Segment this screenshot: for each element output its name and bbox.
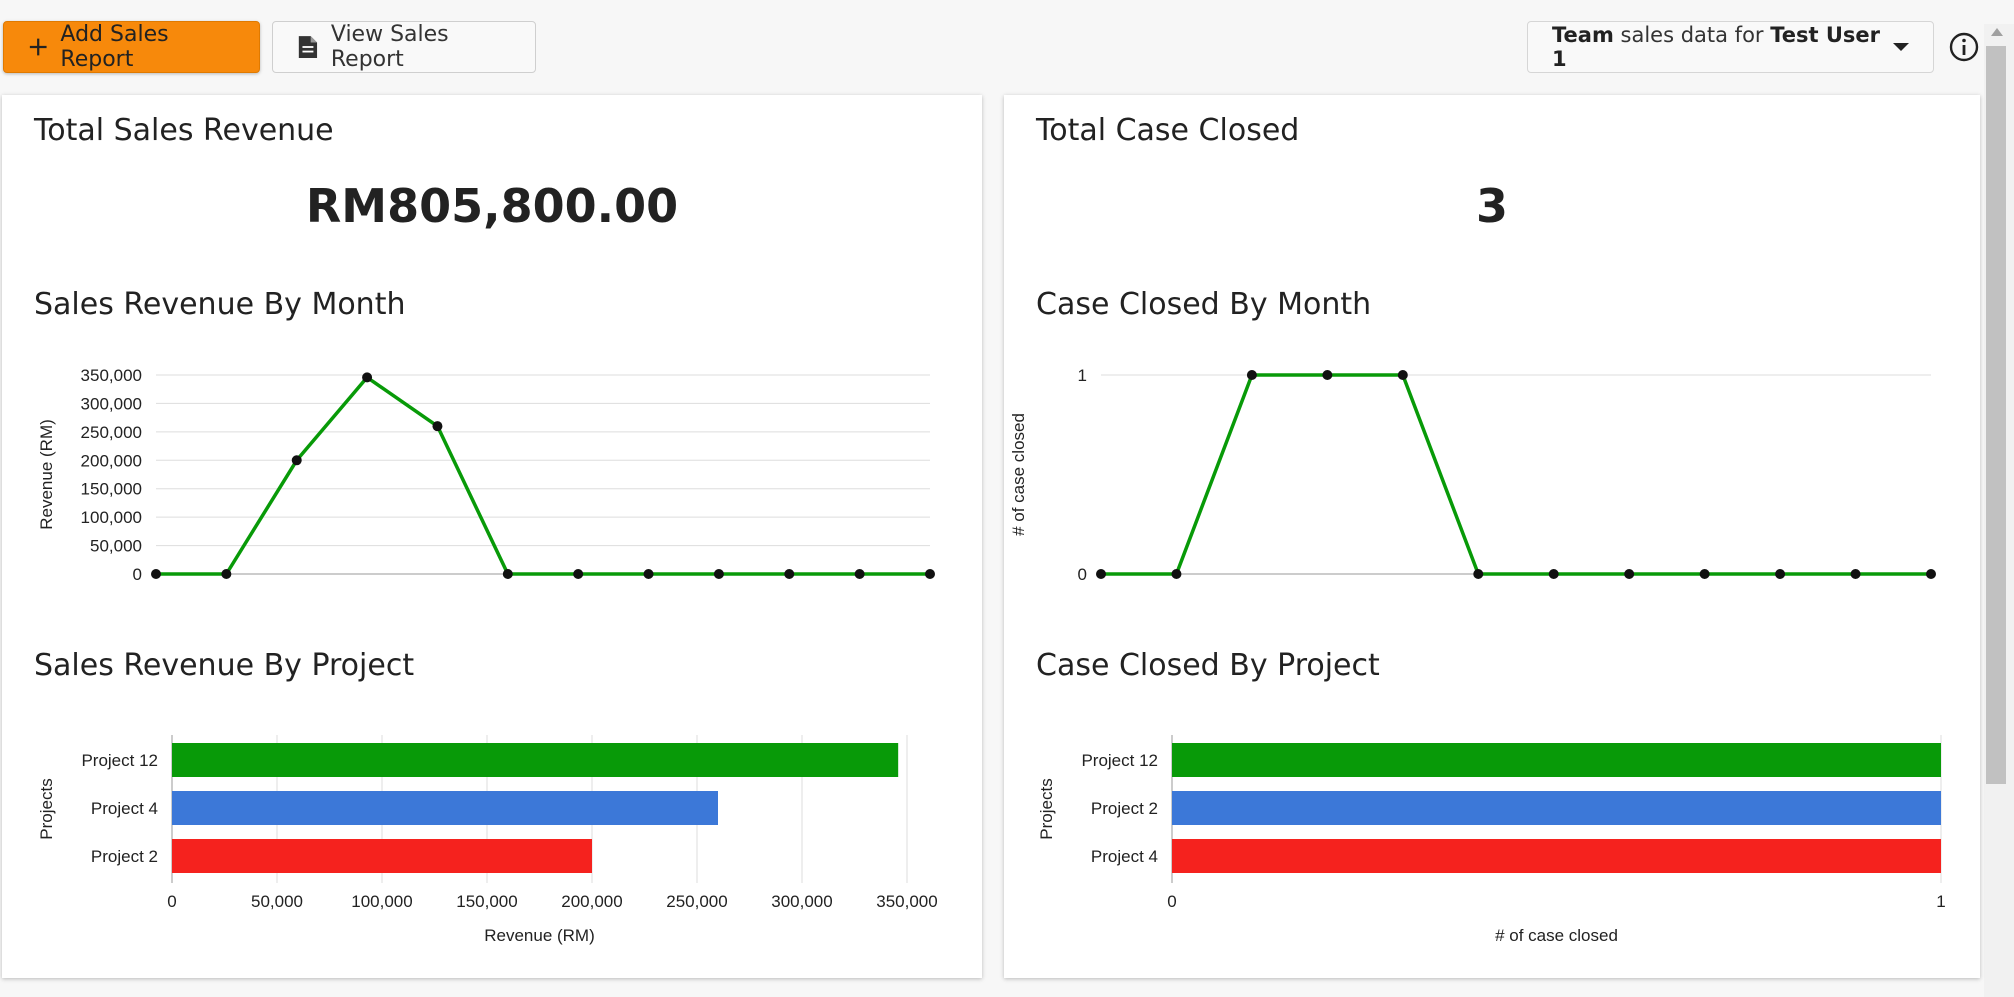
scroll-up-icon[interactable] xyxy=(1991,28,2003,36)
category-label: Project 12 xyxy=(1081,751,1158,770)
bar xyxy=(172,743,899,777)
team-user-select[interactable]: Team sales data for Test User 1 xyxy=(1527,21,1934,73)
bar xyxy=(1172,743,1941,777)
data-point xyxy=(1322,370,1333,380)
total-case-closed-value: 3 xyxy=(1475,179,1508,233)
category-label: Project 12 xyxy=(81,751,158,770)
team-select-middle: sales data for xyxy=(1613,23,1771,47)
bar xyxy=(1172,791,1941,825)
x-tick-label: 250,000 xyxy=(666,892,727,911)
x-tick-label: 200,000 xyxy=(561,892,622,911)
series-line xyxy=(156,375,930,576)
view-sales-report-label: View Sales Report xyxy=(330,22,449,72)
y-tick-label: 1 xyxy=(1078,366,1087,385)
x-tick-label: 150,000 xyxy=(456,892,517,911)
view-sales-report-button[interactable]: View Sales Report xyxy=(272,21,536,73)
y-tick-label: 0 xyxy=(1078,565,1087,584)
data-point xyxy=(925,569,935,579)
data-point xyxy=(1850,569,1861,579)
sales-by-project-title: Sales Revenue By Project xyxy=(34,648,415,683)
case-closed-card: Total Case Closed 3 Case Closed By Month… xyxy=(1004,95,1980,978)
data-point xyxy=(151,569,161,579)
add-sales-report-button[interactable]: Add Sales Report xyxy=(3,21,260,73)
scrollbar-thumb[interactable] xyxy=(1986,46,2006,784)
x-tick-label: 0 xyxy=(167,892,176,911)
page-scrollbar[interactable] xyxy=(1984,24,2014,997)
y-tick-label: 150,000 xyxy=(81,480,142,499)
add-sales-report-label: Add Sales Report xyxy=(60,22,169,72)
data-point xyxy=(1397,370,1408,380)
category-label: Project 4 xyxy=(91,799,158,818)
sales-revenue-card: Total Sales Revenue RM805,800.00 Sales R… xyxy=(2,95,982,978)
bar xyxy=(1172,839,1941,873)
sales-by-project-chart: 0 50,000 100,000 150,000 200,000 250,000 300,0… xyxy=(37,735,938,945)
series-line xyxy=(1101,373,1931,576)
y-tick-label: 100,000 xyxy=(81,508,142,527)
x-axis-label: # of case closed xyxy=(1495,926,1618,945)
data-point xyxy=(854,569,865,579)
data-point xyxy=(643,569,654,579)
bar xyxy=(172,839,592,873)
case-by-project-chart: 0 1 Project 12 Project 2 Project 4 Projects # … xyxy=(1037,735,1946,945)
info-icon[interactable] xyxy=(1948,31,1980,63)
data-point xyxy=(784,569,795,579)
x-tick-label: 1 xyxy=(1936,892,1945,911)
data-point xyxy=(1171,569,1182,579)
data-point xyxy=(1246,370,1257,380)
data-point xyxy=(291,455,302,466)
data-point xyxy=(573,569,584,579)
total-sales-revenue-value: RM805,800.00 xyxy=(305,179,679,233)
data-point xyxy=(1775,569,1786,579)
bar xyxy=(172,791,718,825)
y-tick-label: 0 xyxy=(133,565,142,584)
category-label: Project 2 xyxy=(91,847,158,866)
y-axis-label: Revenue (RM) xyxy=(37,419,56,530)
total-sales-revenue-title: Total Sales Revenue xyxy=(34,113,334,148)
category-label: Project 2 xyxy=(1091,799,1158,818)
y-tick-label: 300,000 xyxy=(81,394,142,413)
data-point xyxy=(1096,569,1106,579)
case-by-project-title: Case Closed By Project xyxy=(1036,648,1380,683)
data-point xyxy=(713,569,724,579)
data-point xyxy=(432,421,443,432)
data-point xyxy=(1624,569,1635,579)
sales-by-month-title: Sales Revenue By Month xyxy=(34,287,406,322)
y-axis-label: # of case closed xyxy=(1009,413,1028,536)
x-axis-label: Revenue (RM) xyxy=(484,926,595,945)
x-tick-label: 300,000 xyxy=(771,892,832,911)
document-icon xyxy=(298,36,318,58)
data-point xyxy=(1473,569,1484,579)
team-select-prefix: Team xyxy=(1552,23,1614,47)
case-by-month-chart: 10JanFebMarAprMayJunJulAugSepOctNovDec# … xyxy=(1009,366,1936,584)
data-point xyxy=(1548,569,1559,579)
category-label: Project 4 xyxy=(1091,847,1158,866)
y-tick-label: 50,000 xyxy=(90,537,142,556)
y-axis-label: Projects xyxy=(1037,778,1056,839)
total-case-closed-title: Total Case Closed xyxy=(1036,113,1300,148)
data-point xyxy=(1926,569,1936,579)
x-tick-label: 0 xyxy=(1167,892,1176,911)
y-axis-label: Projects xyxy=(37,778,56,839)
y-tick-label: 250,000 xyxy=(81,423,142,442)
y-tick-label: 350,000 xyxy=(81,366,142,385)
data-point xyxy=(362,372,373,383)
data-point xyxy=(502,569,513,579)
x-tick-label: 50,000 xyxy=(251,892,303,911)
x-tick-label: 100,000 xyxy=(351,892,412,911)
team-select-text: Team sales data for Test User 1 xyxy=(1552,23,1893,71)
toolbar: Add Sales Report View Sales Report Team … xyxy=(0,0,1984,92)
case-by-month-title: Case Closed By Month xyxy=(1036,287,1372,322)
y-tick-label: 200,000 xyxy=(81,451,142,470)
data-point xyxy=(1699,569,1710,579)
data-point xyxy=(221,569,232,579)
plus-icon xyxy=(29,38,47,56)
sales-by-month-chart: 350,000 300,000 250,000 200,000 150,000 100,0… xyxy=(37,366,935,584)
x-tick-label: 350,000 xyxy=(876,892,937,911)
chevron-down-icon xyxy=(1893,43,1909,51)
